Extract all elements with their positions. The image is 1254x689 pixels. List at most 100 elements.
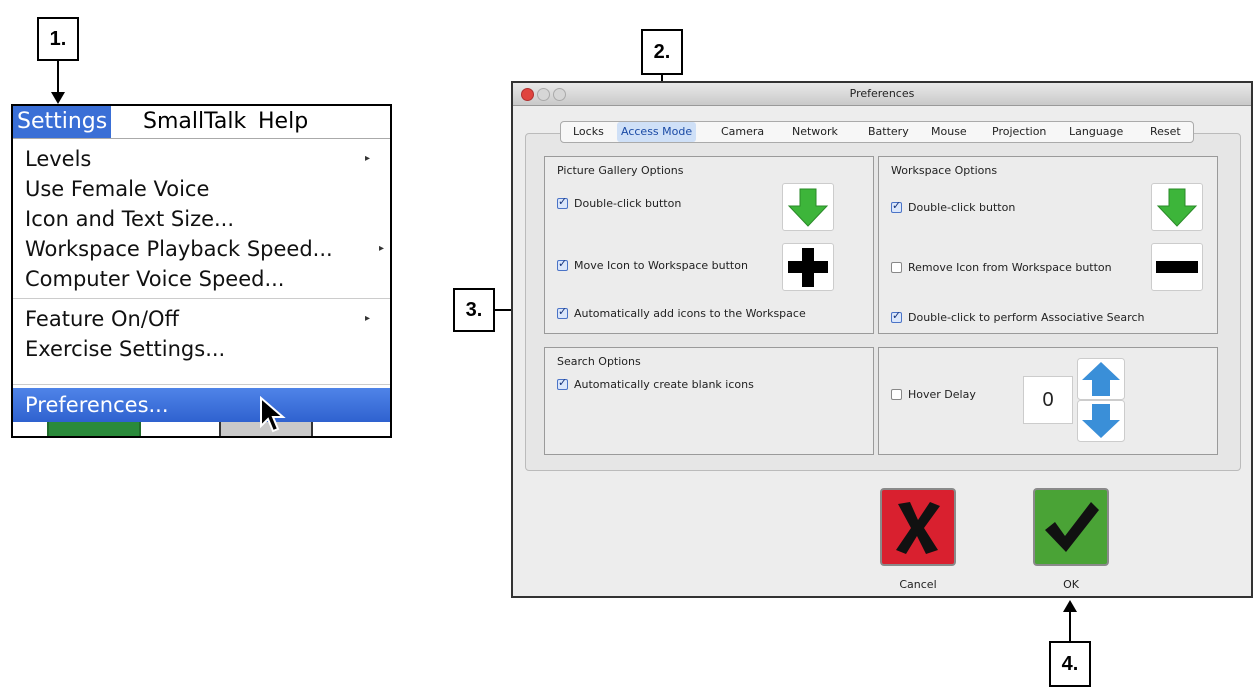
pg-move-icon-option[interactable]: Move Icon to Workspace button [557,257,748,272]
hover-delay-value: 0 [1023,376,1073,424]
tab-locks[interactable]: Locks [573,122,604,142]
tab-mouse[interactable]: Mouse [931,122,967,142]
submenu-arrow-icon: ▸ [364,313,370,324]
increase-arrow-icon[interactable] [1077,358,1125,400]
cancel-button[interactable] [880,488,956,566]
pg-move-icon-checkbox[interactable] [557,257,568,271]
preferences-window: Preferences Picture Gallery Options Doub… [511,81,1253,598]
black-x-icon [896,502,940,554]
menu-bar: Settings SmallTalk Help [13,106,390,139]
picture-gallery-options-group: Picture Gallery Options Double-click but… [544,156,874,334]
mouse-pointer-icon [260,396,286,433]
search-auto-blank-label: Automatically create blank icons [574,378,754,391]
menu-item-levels[interactable]: Levels ▸ [25,144,380,174]
menu-item-workspace-playback-speed-label: Workspace Playback Speed... [25,237,333,261]
tab-language[interactable]: Language [1069,122,1123,142]
menu-item-exercise-settings[interactable]: Exercise Settings... [25,334,225,364]
ws-associative-search-option[interactable]: Double-click to perform Associative Sear… [891,309,1145,324]
ws-associative-search-checkbox[interactable] [891,309,902,323]
pg-move-icon-tile[interactable] [782,243,834,291]
step-1-label: 1. [49,27,67,50]
menu-item-workspace-playback-speed[interactable]: Workspace Playback Speed... ▸ [25,234,384,264]
step-4-callout: 4. [1049,641,1091,687]
menu-item-computer-voice-speed[interactable]: Computer Voice Speed... [25,264,285,294]
decrease-arrow-icon[interactable] [1077,400,1125,442]
minimize-window-icon[interactable] [537,88,550,101]
search-options-title: Search Options [557,355,641,368]
menubar-settings[interactable]: Settings [13,106,112,138]
picture-gallery-options-title: Picture Gallery Options [557,164,684,177]
ws-double-click-tile[interactable] [1151,183,1203,231]
ws-remove-icon-tile[interactable] [1151,243,1203,291]
step-2-label: 2. [653,40,671,63]
menu-item-icon-text-size[interactable]: Icon and Text Size... [25,204,234,234]
hover-delay-option[interactable]: Hover Delay [891,388,976,401]
black-checkmark-icon [1045,502,1099,552]
step-1-connector [57,61,59,93]
tab-camera[interactable]: Camera [721,122,764,142]
submenu-arrow-icon: ▸ [378,243,384,254]
ws-associative-search-label: Double-click to perform Associative Sear… [908,311,1145,324]
submenu-arrow-icon: ▸ [364,153,370,164]
tabs-strip: Locks Access Mode Camera Network Battery… [560,121,1194,143]
menu-item-exercise-settings-label: Exercise Settings... [25,337,226,361]
background-green-button-edge [47,422,141,436]
menu-item-preferences-label: Preferences... [25,393,169,417]
green-down-arrow-icon [1156,188,1198,227]
step-4-arrowhead [1063,600,1077,612]
zoom-window-icon[interactable] [553,88,566,101]
black-plus-icon [788,248,828,287]
pg-auto-add-checkbox[interactable] [557,305,568,319]
menu-item-feature-on-off[interactable]: Feature On/Off ▸ [25,304,380,334]
window-title: Preferences [849,87,915,100]
ws-remove-icon-option[interactable]: Remove Icon from Workspace button [891,261,1112,274]
tab-battery[interactable]: Battery [868,122,909,142]
hover-delay-group: Hover Delay 0 [878,347,1218,455]
tab-reset[interactable]: Reset [1150,122,1181,142]
menu-item-levels-label: Levels [25,147,92,171]
menu-item-use-female-voice-label: Use Female Voice [25,177,210,201]
pg-double-click-checkbox[interactable] [557,195,568,209]
search-auto-blank-option[interactable]: Automatically create blank icons [557,376,754,391]
menu-item-computer-voice-speed-label: Computer Voice Speed... [25,267,285,291]
pg-move-icon-label: Move Icon to Workspace button [574,259,748,272]
tab-projection[interactable]: Projection [992,122,1046,142]
workspace-options-title: Workspace Options [891,164,998,177]
pg-auto-add-option[interactable]: Automatically add icons to the Workspace [557,305,806,320]
tab-network[interactable]: Network [792,122,838,142]
step-4-connector [1069,612,1071,642]
hover-delay-checkbox[interactable] [891,389,902,400]
menubar-help[interactable]: Help [254,106,312,138]
ok-button-label: OK [1063,578,1079,591]
tab-panel: Picture Gallery Options Double-click but… [525,133,1241,471]
pg-auto-add-label: Automatically add icons to the Workspace [574,307,806,320]
menu-item-use-female-voice[interactable]: Use Female Voice [25,174,209,204]
menu-item-preferences[interactable]: Preferences... [13,388,390,422]
ws-double-click-label: Double-click button [908,201,1016,214]
cancel-button-label: Cancel [899,578,937,591]
menubar-smalltalk[interactable]: SmallTalk [139,106,250,138]
step-1-callout: 1. [37,17,79,61]
menu-separator [13,298,390,299]
hover-delay-value-text: 0 [1042,388,1054,411]
menu-item-feature-on-off-label: Feature On/Off [25,307,179,331]
green-down-arrow-icon [787,188,829,227]
menu-item-icon-text-size-label: Icon and Text Size... [25,207,235,231]
ws-double-click-option[interactable]: Double-click button [891,199,1016,214]
ok-button[interactable] [1033,488,1109,566]
pg-double-click-tile[interactable] [782,183,834,231]
tab-access-mode[interactable]: Access Mode [617,122,697,142]
pg-double-click-option[interactable]: Double-click button [557,195,682,210]
close-window-icon[interactable] [521,88,534,101]
settings-menu-screenshot: Settings SmallTalk Help Levels ▸ Use Fem… [11,104,392,438]
pg-double-click-label: Double-click button [574,197,682,210]
ws-remove-icon-checkbox[interactable] [891,262,902,273]
black-minus-icon [1156,261,1198,273]
menu-separator [13,384,390,385]
ws-double-click-checkbox[interactable] [891,199,902,213]
step-3-callout: 3. [453,288,495,332]
search-options-group: Search Options Automatically create blan… [544,347,874,455]
step-2-callout: 2. [641,29,683,75]
search-auto-blank-checkbox[interactable] [557,376,568,390]
window-titlebar: Preferences [513,83,1251,106]
